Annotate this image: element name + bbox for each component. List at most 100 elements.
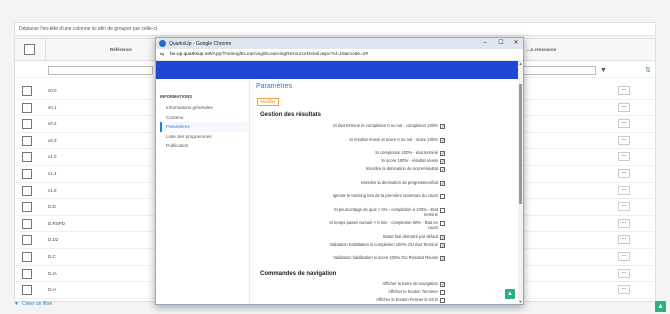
option-checkbox[interactable]: ✓ (440, 159, 445, 164)
row-checkbox[interactable] (22, 268, 32, 279)
option-row: Afficher le bouton Terminer (250, 289, 450, 296)
sidebar-item-2[interactable]: Paramètres (160, 122, 248, 132)
sidebar-item-3[interactable]: Liste des programmes (160, 132, 248, 142)
row-actions-button[interactable]: ... (618, 152, 630, 162)
row-actions-button[interactable]: ... (618, 285, 630, 295)
option-label: Validation habilitation si score 100% OU… (333, 255, 438, 260)
option-checkbox[interactable]: ✓ (440, 234, 445, 240)
reference-filter-input[interactable] (48, 66, 153, 75)
row-checkbox[interactable] (22, 185, 32, 196)
row-actions-button[interactable]: ... (618, 86, 630, 95)
row-checkbox[interactable] (22, 135, 32, 146)
option-label: Si état terminé et completion 0 ou nul -… (333, 123, 438, 128)
select-all-checkbox[interactable] (24, 44, 35, 55)
row-checkbox[interactable] (22, 152, 32, 163)
url-text[interactable]: be-up.quarksup.net/App/Training/ELearnin… (170, 52, 368, 57)
row-actions-button[interactable]: ... (618, 218, 630, 228)
option-label: Validation habilitation si completion 10… (329, 241, 438, 247)
option-row: Si résultat réussi et score 0 ou nul - s… (250, 137, 450, 149)
row-actions-button[interactable]: ... (618, 185, 630, 195)
modify-button[interactable]: Modifier (257, 98, 279, 106)
row-reference: v0.0 (48, 88, 57, 93)
column-header-resource[interactable]: ...n ressource (527, 47, 556, 52)
row-checkbox[interactable] (22, 285, 32, 296)
row-checkbox[interactable] (22, 252, 32, 262)
option-label: Interdire la diminution de progression/é… (360, 179, 438, 185)
row-actions-button[interactable]: ... (618, 169, 630, 178)
row-checkbox[interactable] (22, 218, 32, 229)
scroll-to-top-icon[interactable]: ▲ (655, 301, 666, 312)
row-actions-button[interactable]: ... (618, 252, 630, 261)
option-checkbox[interactable] (440, 221, 445, 226)
row-checkbox[interactable] (22, 235, 32, 246)
row-checkbox[interactable] (22, 169, 32, 179)
sidebar-item-0[interactable]: Informations générales (160, 103, 248, 113)
results-section-title: Gestion des résultats (260, 112, 322, 118)
option-checkbox[interactable]: ✓ (440, 242, 445, 248)
sidebar-title: INFORMATIONS (160, 94, 193, 99)
option-row: Afficher le bouton Fermer le SCO (250, 297, 450, 304)
sidebar-item-1[interactable]: Contenu (160, 113, 248, 123)
option-label: Afficher le bouton Terminer (388, 288, 438, 294)
minimize-button[interactable]: – (480, 39, 490, 48)
row-actions-button[interactable]: ... (618, 202, 630, 212)
create-filter-link[interactable]: ▼ Créer un filtre (14, 301, 52, 307)
option-checkbox[interactable]: ✓ (440, 256, 445, 261)
option-label: Si pourcentage de quiz > 0% - completion… (333, 206, 438, 217)
option-label: Si completion 100% - état terminé (375, 150, 438, 155)
scroll-to-top-icon[interactable]: ▲ (505, 289, 515, 299)
option-row: Interdire la diminution de score/résulta… (250, 166, 450, 178)
option-checkbox[interactable] (440, 297, 445, 303)
close-button[interactable]: ✕ (511, 39, 521, 48)
column-header-reference[interactable]: Référence (110, 47, 132, 52)
option-checkbox[interactable]: ✓ (440, 151, 445, 156)
option-checkbox[interactable]: ✓ (440, 167, 445, 172)
row-checkbox[interactable] (22, 102, 32, 113)
row-actions-button[interactable]: ... (618, 135, 630, 145)
option-checkbox[interactable]: ✓ (440, 281, 445, 287)
sidebar-nav: INFORMATIONS Informations générales Conte… (160, 94, 248, 151)
option-label: Afficher le bouton Fermer le SCO (376, 296, 438, 302)
scroll-down-icon[interactable]: ▼ (518, 299, 523, 304)
option-checkbox[interactable] (440, 194, 445, 199)
scrollbar-thumb[interactable] (519, 84, 522, 204)
resource-filter-input[interactable] (521, 66, 596, 75)
row-reference: v0.1 (48, 104, 57, 110)
funnel-icon: ▼ (14, 301, 19, 307)
option-checkbox[interactable]: ✓ (440, 137, 445, 143)
address-bar[interactable]: ⇆ be-up.quarksup.net/App/Training/ELearn… (156, 49, 523, 61)
site-settings-icon[interactable]: ⇆ (160, 52, 164, 58)
option-checkbox[interactable]: ✓ (440, 124, 445, 129)
option-checkbox[interactable] (440, 289, 445, 295)
option-checkbox[interactable]: ✓ (440, 180, 445, 186)
row-checkbox[interactable] (22, 86, 32, 96)
group-by-drop-area[interactable]: Déplacer l'en-tête d'une colonne ici afi… (14, 22, 656, 36)
option-label: Statut fixé démarré par défaut (382, 233, 438, 239)
row-checkbox[interactable] (22, 119, 32, 130)
maximize-button[interactable]: ☐ (496, 39, 506, 48)
app-logo-icon (159, 40, 166, 47)
row-checkbox[interactable] (22, 202, 32, 213)
option-row: Afficher la barre de navigation ✓ (250, 281, 450, 288)
sort-icon[interactable]: ⇅ (645, 67, 651, 75)
option-row: Si état terminé et completion 0 ou nul -… (250, 123, 450, 135)
option-row: Si completion 100% - état terminé ✓ (250, 150, 450, 157)
page-content: INFORMATIONS Informations générales Conte… (156, 61, 523, 304)
chrome-popup-window: QuarksUp - Google Chrome – ☐ ✕ ⇆ be-up.q… (155, 37, 524, 305)
vertical-scrollbar[interactable]: ▲ ▼ (518, 61, 523, 304)
row-reference: D.RSPD (48, 220, 66, 226)
filter-icon[interactable]: ▼ (600, 67, 608, 75)
option-checkbox[interactable] (440, 207, 445, 213)
row-actions-button[interactable]: ... (618, 235, 630, 245)
option-label: Interdire la diminution de score/résulta… (365, 166, 438, 171)
row-actions-button[interactable]: ... (618, 268, 630, 278)
row-actions-button[interactable]: ... (618, 102, 630, 112)
settings-panel: Paramètres Modifier Gestion des résultat… (249, 79, 516, 304)
option-row: Validation habilitation si completion 10… (250, 242, 450, 254)
scroll-up-icon[interactable]: ▲ (518, 61, 523, 66)
row-actions-button[interactable]: ... (618, 119, 630, 129)
option-label: Si résultat réussi et score 0 ou nul - s… (349, 136, 438, 142)
window-title: QuarksUp - Google Chrome (169, 41, 232, 47)
sidebar-item-4[interactable]: Publication (160, 141, 248, 151)
option-row: Ignorer le tracking lors de la première … (250, 193, 450, 205)
